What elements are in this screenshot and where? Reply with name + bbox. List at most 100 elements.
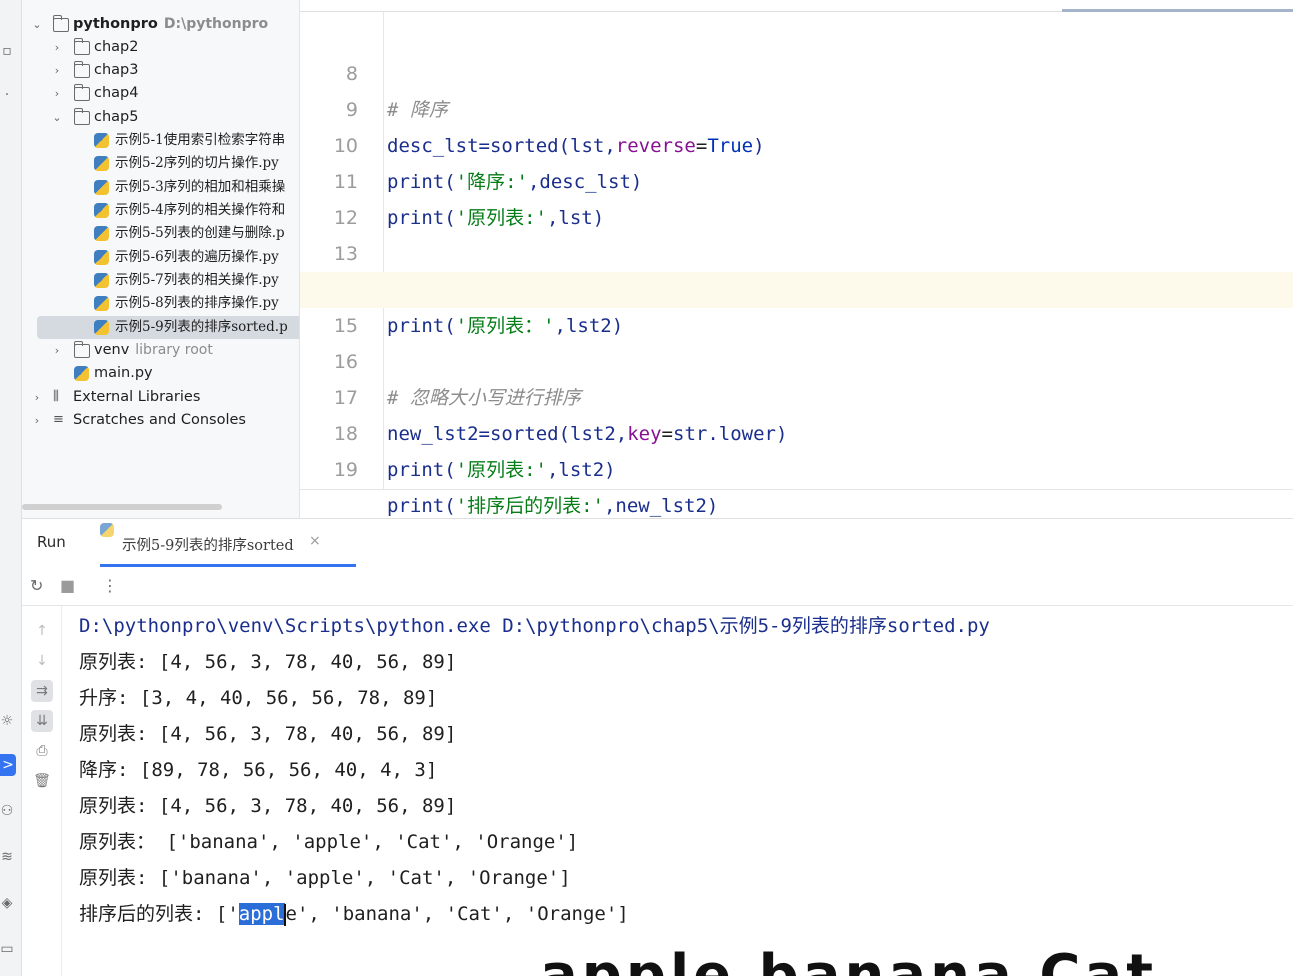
code-line[interactable]: 13 lst2=['banana','apple','Cat','Orange'… (300, 200, 1293, 301)
code-editor[interactable]: 8 # 降序 9 desc_lst=sorted(lst,reverse=Tru… (300, 0, 1293, 517)
python-file-icon (94, 156, 109, 171)
tree-file[interactable]: 示例5-8列表的排序操作.py (22, 292, 299, 315)
console-line: 降序: [89, 78, 56, 56, 40, 4, 3] (79, 759, 438, 781)
code-line-current[interactable]: 15 (300, 272, 1293, 337)
run-tab[interactable]: 示例5-9列表的排序sorted × (100, 519, 356, 567)
code-text: print('原列表:',lst2) (387, 459, 616, 481)
file-label: 示例5-7列表的相关操作.py (115, 272, 279, 288)
file-label: 示例5-8列表的排序操作.py (115, 295, 279, 311)
tool-window-strip: ▫ · ☼ > ⚇ ≋ ◈ ▭ (0, 0, 22, 976)
file-label: 示例5-6列表的遍历操作.py (115, 249, 279, 265)
print-icon[interactable]: ⎙ (31, 740, 53, 762)
tree-file[interactable]: 示例5-3序列的相加和相乘操 (22, 176, 299, 199)
code-line[interactable]: 18 print('原列表:',lst2) (300, 380, 1293, 481)
tree-file[interactable]: 示例5-6列表的遍历操作.py (22, 246, 299, 269)
folder-icon (73, 108, 90, 125)
chevron-down-icon[interactable]: ⌄ (50, 106, 64, 129)
run-window-title: Run (37, 533, 66, 551)
chevron-down-icon[interactable]: ⌄ (30, 13, 44, 36)
python-packages-icon[interactable]: ⚇ (0, 800, 14, 822)
tree-folder-chap5[interactable]: ⌄ chap5 (22, 106, 299, 129)
code-line[interactable]: 16 # 忽略大小写进行排序 (300, 308, 1293, 409)
python-file-icon (94, 203, 109, 218)
python-file-icon (94, 273, 109, 288)
folder-label: venv (94, 342, 130, 358)
run-toolbar: ↻ ■ ⋮ (22, 566, 1293, 606)
console-line: 原列表: ['banana', 'apple', 'Cat', 'Orange'… (79, 867, 571, 889)
external-libraries-label: External Libraries (73, 389, 201, 405)
tree-file[interactable]: 示例5-1使用索引检索字符串 (22, 129, 299, 152)
folder-label: chap2 (94, 39, 139, 55)
library-root-hint: library root (135, 342, 213, 358)
terminal-icon[interactable]: ▭ (0, 938, 14, 960)
folder-icon (73, 38, 90, 55)
code-line[interactable]: 8 # 降序 (300, 20, 1293, 121)
console-line: 原列表： ['banana', 'apple', 'Cat', 'Orange'… (79, 831, 579, 853)
python-file-icon (94, 320, 109, 335)
tree-folder-chap2[interactable]: › chap2 (22, 36, 299, 59)
chevron-right-icon[interactable]: › (50, 59, 64, 82)
console-command-line: D:\pythonpro\venv\Scripts\python.exe D:\… (79, 615, 990, 637)
scratches-icon: ≡ (53, 412, 64, 427)
more-icon[interactable]: · (0, 84, 14, 106)
debug-icon[interactable]: ☼ (0, 710, 14, 732)
services-icon[interactable]: ◈ (0, 892, 14, 914)
rerun-icon[interactable]: ↻ (30, 576, 43, 595)
chevron-right-icon[interactable]: › (50, 36, 64, 59)
close-icon[interactable]: × (309, 533, 321, 549)
code-line[interactable]: 14 print('原列表：',lst2) (300, 236, 1293, 337)
arrow-up-icon[interactable]: ↑ (31, 620, 53, 642)
scratches-label: Scratches and Consoles (73, 412, 246, 428)
console-line: 原列表: [4, 56, 3, 78, 40, 56, 89] (79, 651, 457, 673)
tree-file[interactable]: 示例5-7列表的相关操作.py (22, 269, 299, 292)
file-label: 示例5-3序列的相加和相乘操 (115, 179, 286, 195)
tree-file[interactable]: 示例5-4序列的相关操作符和 (22, 199, 299, 222)
tree-folder-venv[interactable]: › venv library root (22, 339, 299, 362)
folder-icon (73, 61, 90, 78)
tree-folder-chap3[interactable]: › chap3 (22, 59, 299, 82)
more-options-icon[interactable]: ⋮ (102, 576, 118, 595)
trash-icon[interactable]: 🗑 (31, 770, 53, 792)
chevron-right-icon[interactable]: › (50, 339, 64, 362)
folder-label: chap5 (94, 109, 139, 125)
python-file-icon (94, 133, 109, 148)
file-label: 示例5-4序列的相关操作符和 (115, 202, 286, 218)
soft-wrap-icon[interactable]: ⇉ (31, 680, 53, 702)
chevron-right-icon[interactable]: › (30, 409, 44, 432)
arrow-down-icon[interactable]: ↓ (31, 650, 53, 672)
tree-file-selected[interactable]: 示例5-9列表的排序sorted.p (37, 316, 299, 339)
tree-external-libraries[interactable]: › ⫼ External Libraries (22, 386, 299, 409)
tree-file-main[interactable]: main.py (22, 362, 299, 385)
code-line[interactable]: 10 print('降序:',desc_lst) (300, 92, 1293, 193)
overlay-caption: apple banana Cat (540, 943, 1157, 976)
horizontal-scrollbar[interactable] (22, 504, 222, 510)
code-line[interactable]: 9 desc_lst=sorted(lst,reverse=True) (300, 56, 1293, 157)
tree-file[interactable]: 示例5-5列表的创建与删除.p (22, 222, 299, 245)
code-line[interactable]: 17 new_lst2=sorted(lst2,key=str.lower) (300, 344, 1293, 445)
console-text: e', 'banana', 'Cat', 'Orange'] (285, 903, 629, 925)
tree-file[interactable]: 示例5-2序列的切片操作.py (22, 152, 299, 175)
code-line[interactable]: 19 print('排序后的列表:',new_lst2) (300, 416, 1293, 517)
library-icon: ⫼ (53, 389, 59, 404)
text-selection: appl (238, 903, 285, 925)
run-tool-window-header: Run 示例5-9列表的排序sorted × (22, 518, 1293, 567)
run-tool-icon[interactable]: > (0, 754, 16, 776)
chevron-right-icon[interactable]: › (50, 82, 64, 105)
folder-label: chap3 (94, 62, 139, 78)
code-line[interactable]: 11 print('原列表:',lst) (300, 128, 1293, 229)
tree-folder-chap4[interactable]: › chap4 (22, 82, 299, 105)
console-line-selected[interactable]: 排序后的列表: ['apple', 'banana', 'Cat', 'Oran… (79, 896, 629, 932)
stop-icon[interactable]: ■ (60, 576, 75, 595)
console-output[interactable]: D:\pythonpro\venv\Scripts\python.exe D:\… (62, 606, 1293, 976)
tree-root-label: pythonpro D:\pythonpro (73, 16, 269, 32)
code-line[interactable]: 12 (300, 164, 1293, 229)
scroll-to-end-icon[interactable]: ⇊ (31, 710, 53, 732)
tree-scratches[interactable]: › ≡ Scratches and Consoles (22, 409, 299, 432)
line-number: 19 (333, 459, 358, 481)
tree-root[interactable]: ⌄ pythonpro D:\pythonpro (22, 13, 299, 36)
chevron-right-icon[interactable]: › (30, 386, 44, 409)
structure-icon[interactable]: ▫ (0, 40, 14, 62)
folder-icon (73, 341, 90, 358)
python-file-icon (100, 523, 114, 537)
layers-icon[interactable]: ≋ (0, 846, 14, 868)
